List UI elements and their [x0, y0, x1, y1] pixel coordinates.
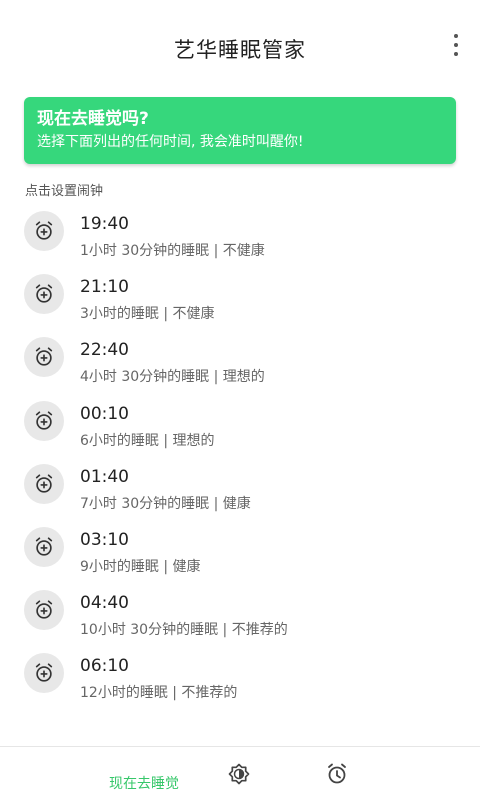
alarm-time: 04:40 — [80, 593, 129, 614]
alarm-time: 00:10 — [80, 403, 129, 424]
alarm-description: 4小时 30分钟的睡眠 | 理想的 — [80, 369, 265, 386]
alarm-time: 06:10 — [80, 656, 129, 677]
add-alarm-icon[interactable] — [24, 211, 64, 251]
alarm-description: 6小时的睡眠 | 理想的 — [80, 432, 215, 449]
alarm-description: 7小时 30分钟的睡眠 | 健康 — [80, 495, 251, 512]
alarm-time: 22:40 — [80, 340, 129, 361]
alarm-row[interactable]: 21:10 3小时的睡眠 | 不健康 — [0, 269, 480, 332]
alarm-list: 19:40 1小时 30分钟的睡眠 | 不健康 21:10 3小时的睡眠 | 不… — [0, 206, 480, 712]
banner-title: 现在去睡觉吗? — [37, 109, 149, 129]
bottom-navigation: 现在去睡觉 — [0, 746, 480, 800]
more-options-icon[interactable] — [446, 34, 466, 56]
alarm-description: 1小时 30分钟的睡眠 | 不健康 — [80, 243, 265, 259]
alarm-description: 9小时的睡眠 | 健康 — [80, 558, 201, 575]
app-title: 艺华睡眠管家 — [174, 38, 306, 62]
alarm-description: 10小时 30分钟的睡眠 | 不推荐的 — [80, 622, 288, 639]
add-alarm-icon[interactable] — [24, 590, 64, 631]
alarm-row[interactable]: 22:40 4小时 30分钟的睡眠 | 理想的 — [0, 332, 480, 395]
tab-sleep-now[interactable]: 现在去睡觉 — [96, 747, 192, 800]
add-alarm-icon[interactable] — [24, 526, 64, 567]
add-alarm-icon[interactable] — [24, 463, 64, 504]
alarm-description: 3小时的睡眠 | 不健康 — [80, 306, 215, 323]
add-alarm-icon[interactable] — [24, 653, 64, 694]
add-alarm-icon[interactable] — [24, 274, 64, 315]
sleep-now-banner[interactable]: 现在去睡觉吗? 选择下面列出的任何时间, 我会准时叫醒你! — [24, 97, 456, 164]
alarm-time: 19:40 — [80, 214, 129, 234]
section-label: 点击设置闹钟 — [25, 184, 104, 199]
alarm-time: 21:10 — [80, 277, 129, 298]
add-alarm-icon[interactable] — [24, 400, 64, 441]
app-bar: 艺华睡眠管家 — [0, 0, 480, 96]
tab-sleep-now-label: 现在去睡觉 — [109, 776, 179, 792]
alarm-row[interactable]: 06:10 12小时的睡眠 | 不推荐的 — [0, 648, 480, 711]
alarm-time: 01:40 — [80, 466, 129, 487]
alarm-time: 03:10 — [80, 529, 129, 550]
alarm-row[interactable]: 04:40 10小时 30分钟的睡眠 | 不推荐的 — [0, 585, 480, 648]
alarm-clock-icon — [328, 763, 346, 784]
alarm-row[interactable]: 01:40 7小时 30分钟的睡眠 | 健康 — [0, 459, 480, 522]
alarm-row[interactable]: 19:40 1小时 30分钟的睡眠 | 不健康 — [0, 206, 480, 269]
banner-subtitle: 选择下面列出的任何时间, 我会准时叫醒你! — [37, 134, 304, 150]
alarm-row[interactable]: 00:10 6小时的睡眠 | 理想的 — [0, 396, 480, 459]
add-alarm-icon[interactable] — [24, 337, 64, 378]
tab-brightness[interactable] — [212, 747, 266, 800]
alarm-row[interactable]: 03:10 9小时的睡眠 | 健康 — [0, 522, 480, 585]
tab-alarm[interactable] — [310, 747, 364, 800]
alarm-description: 12小时的睡眠 | 不推荐的 — [80, 685, 238, 702]
brightness-icon — [228, 763, 250, 785]
